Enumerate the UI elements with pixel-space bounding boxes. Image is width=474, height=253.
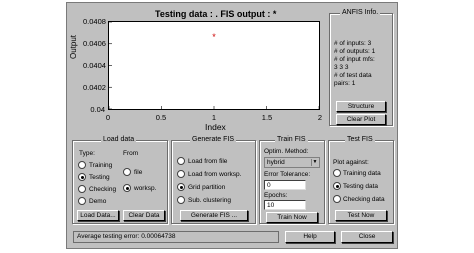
y-axis-label: Output xyxy=(69,34,78,59)
radio-label: Testing data xyxy=(343,183,379,190)
clear-data-button[interactable]: Clear Data xyxy=(123,210,165,221)
error-tolerance-label: Error Tolerance: xyxy=(264,171,311,178)
from-label: From xyxy=(123,150,139,157)
radio-from-file[interactable] xyxy=(123,168,131,176)
anfis-info-panel: ANFIS Info. # of inputs: 3 # of outputs:… xyxy=(329,9,393,126)
radio-training[interactable] xyxy=(78,161,86,169)
clear-plot-button[interactable]: Clear Plot xyxy=(336,114,386,125)
info-line: 3 3 3 xyxy=(334,64,349,71)
x-tick-label: 2 xyxy=(317,113,323,122)
chevron-down-icon: ▼ xyxy=(311,159,318,166)
radio-sub-clustering[interactable] xyxy=(177,196,185,204)
radio-testing[interactable] xyxy=(78,173,86,181)
info-line: pairs: 1 xyxy=(334,80,356,87)
radio-label: Training xyxy=(89,162,113,169)
radio-label: Demo xyxy=(89,198,107,205)
close-button[interactable]: Close xyxy=(341,231,393,243)
x-axis-label: Index xyxy=(205,122,226,132)
plot-canvas: * xyxy=(109,22,319,109)
optim-method-select[interactable]: hybrid ▼ xyxy=(264,157,320,168)
radio-label: Checking xyxy=(89,186,117,193)
radio-plot-checking-data[interactable] xyxy=(333,195,341,203)
plot-area: * xyxy=(108,21,320,110)
radio-label: Grid partition xyxy=(188,184,226,191)
train-fis-panel: Train FIS Optim. Method: hybrid ▼ Error … xyxy=(259,136,325,224)
load-data-title: Load data xyxy=(101,136,137,143)
error-tolerance-input[interactable]: 0 xyxy=(264,180,306,190)
radio-from-workspace[interactable] xyxy=(123,184,131,192)
radio-demo[interactable] xyxy=(78,197,86,205)
radio-load-from-file[interactable] xyxy=(177,157,185,165)
radio-label: worksp. xyxy=(134,185,157,192)
x-tick-label: 1.5 xyxy=(261,113,273,122)
fis-output-point: * xyxy=(212,32,216,42)
radio-grid-partition[interactable] xyxy=(177,183,185,191)
optim-method-value: hybrid xyxy=(267,159,285,166)
structure-button[interactable]: Structure xyxy=(336,101,386,112)
radio-label: Testing xyxy=(89,174,110,181)
epochs-input[interactable]: 10 xyxy=(264,200,306,210)
test-fis-title: Test FIS xyxy=(345,136,375,143)
load-data-panel: Load data Type: From Training Testing Ch… xyxy=(72,136,168,224)
test-now-button[interactable]: Test Now xyxy=(335,210,387,221)
info-line: # of inputs: 3 xyxy=(334,40,372,47)
help-button[interactable]: Help xyxy=(285,231,335,243)
y-tick-label: 0.0408 xyxy=(83,17,106,26)
radio-plot-testing-data[interactable] xyxy=(333,182,341,190)
info-line: # of outputs: 1 xyxy=(334,48,376,55)
optim-method-label: Optim. Method: xyxy=(264,148,309,155)
generate-fis-panel: Generate FIS Load from file Load from wo… xyxy=(171,136,256,224)
radio-label: file xyxy=(134,169,143,176)
load-data-button[interactable]: Load Data... xyxy=(77,210,119,221)
radio-label: Sub. clustering xyxy=(188,197,231,204)
x-tick-label: 1 xyxy=(211,113,217,122)
radio-checking[interactable] xyxy=(78,185,86,193)
epochs-label: Epochs: xyxy=(264,192,288,199)
x-tick-label: 0.5 xyxy=(155,113,167,122)
x-tick-label: 0 xyxy=(105,113,111,122)
y-tick-label: 0.0404 xyxy=(83,61,106,70)
anfis-info-title: ANFIS Info. xyxy=(340,9,381,16)
y-tick-label: 0.0402 xyxy=(83,83,106,92)
plot-title: Testing data : . FIS output : * xyxy=(155,9,277,19)
status-bar: Average testing error: 0.00064738 xyxy=(73,231,279,243)
radio-label: Load from file xyxy=(188,158,228,165)
plot-against-label: Plot against: xyxy=(333,159,369,166)
radio-label: Load from worksp. xyxy=(188,171,242,178)
radio-plot-training-data[interactable] xyxy=(333,169,341,177)
type-label: Type: xyxy=(79,150,95,157)
generate-fis-title: Generate FIS xyxy=(190,136,237,143)
test-fis-panel: Test FIS Plot against: Training data Tes… xyxy=(328,136,394,224)
info-line: # of input mfs: xyxy=(334,56,375,63)
y-tick-label: 0.0406 xyxy=(83,39,106,48)
radio-label: Checking data xyxy=(343,196,385,203)
radio-load-from-workspace[interactable] xyxy=(177,170,185,178)
info-line: # of test data xyxy=(334,72,372,79)
train-fis-title: Train FIS xyxy=(275,136,308,143)
train-now-button[interactable]: Train Now xyxy=(266,212,318,223)
anfis-editor-window: Testing data : . FIS output : * Output 0… xyxy=(66,2,398,249)
generate-fis-button[interactable]: Generate FIS ... xyxy=(180,210,248,221)
radio-label: Training data xyxy=(343,170,381,177)
